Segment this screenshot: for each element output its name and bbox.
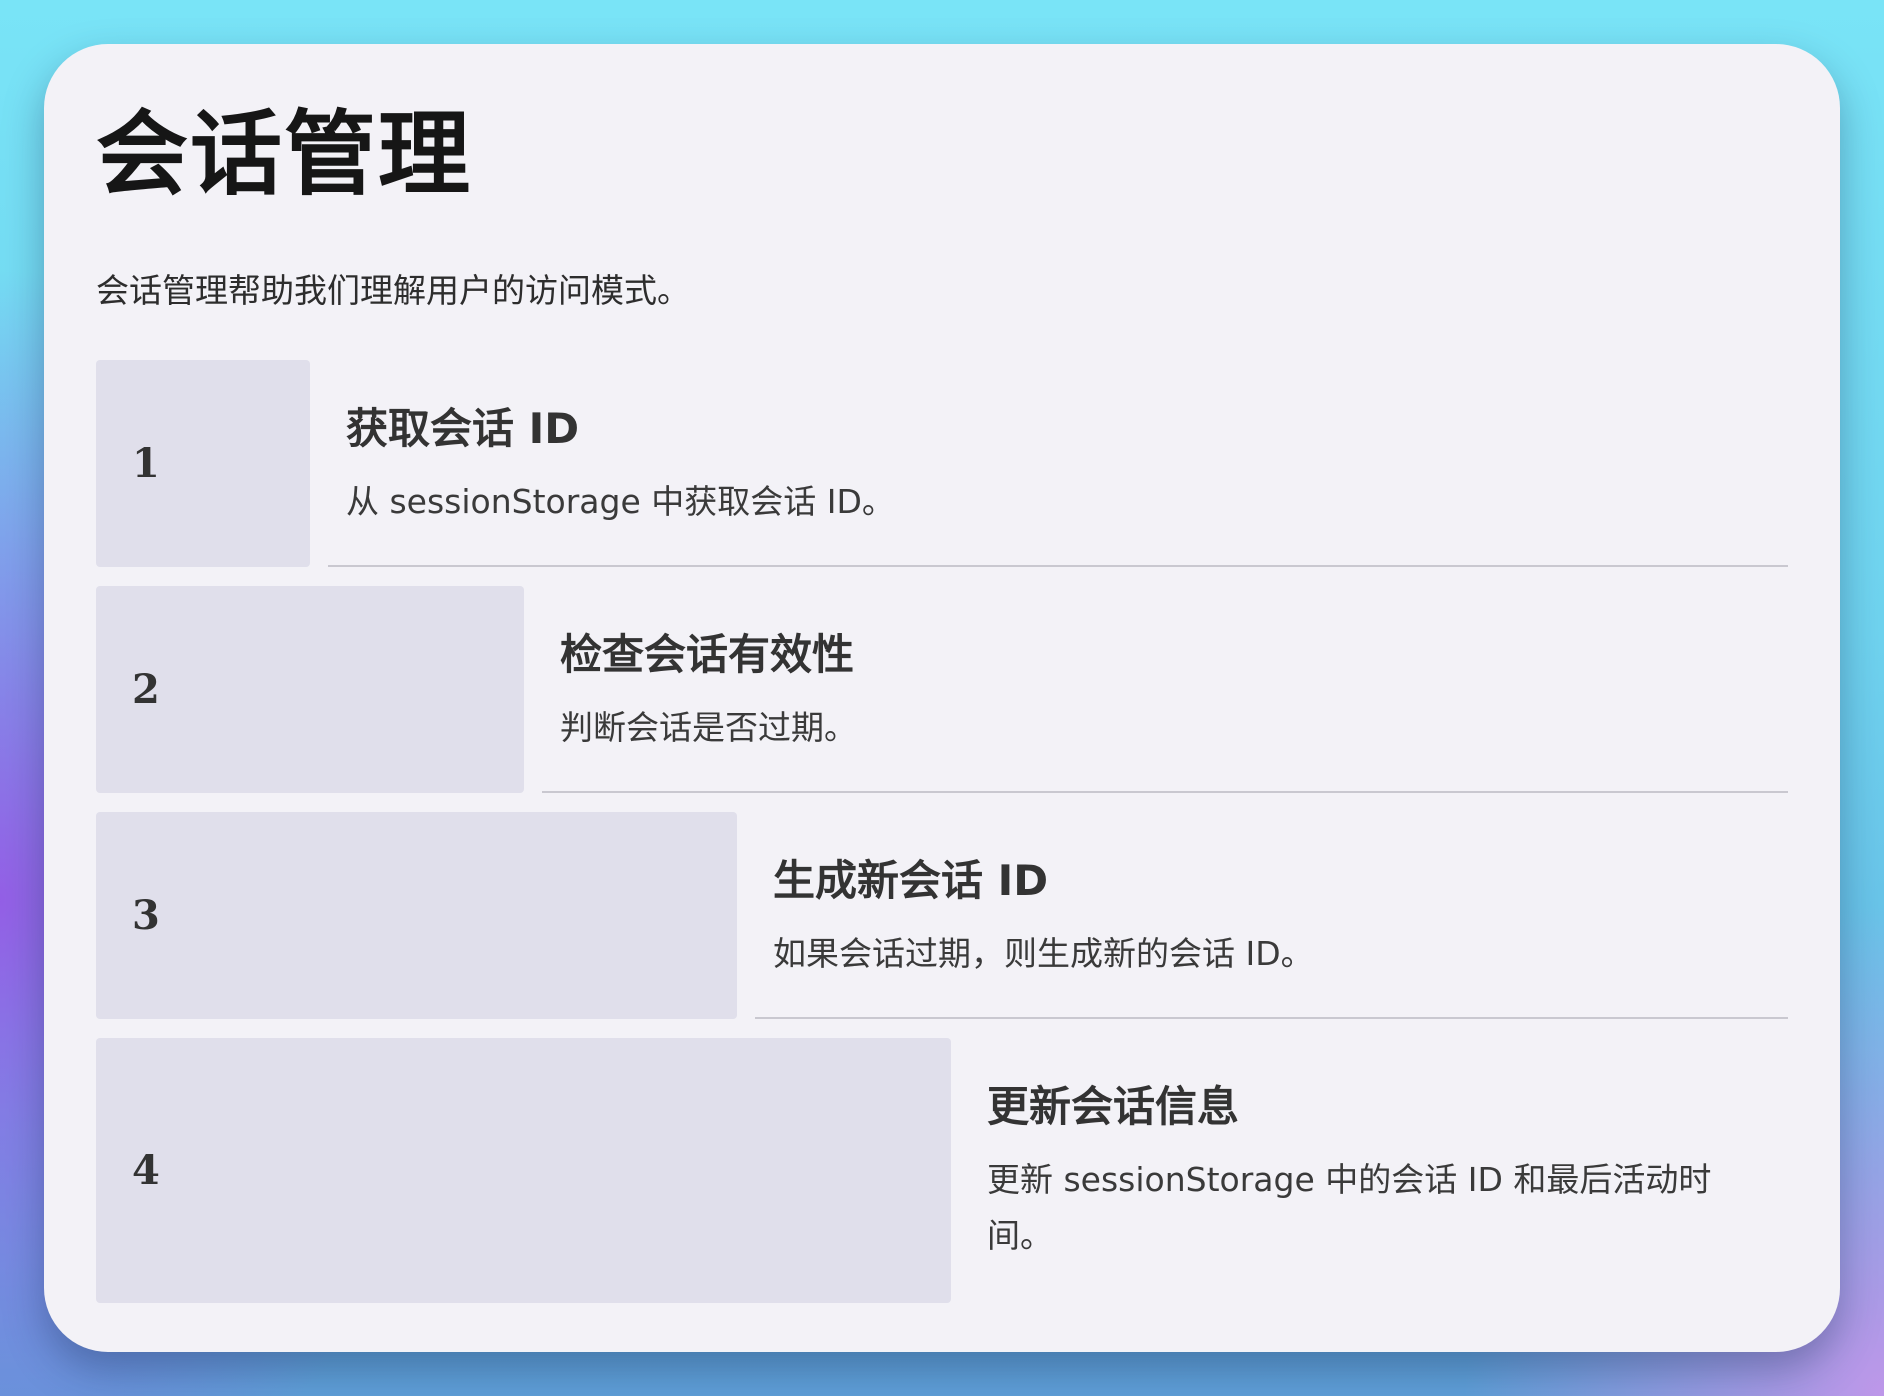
- step-1: 1 获取会话 ID 从 sessionStorage 中获取会话 ID。: [96, 360, 1788, 567]
- intro-text: 会话管理帮助我们理解用户的访问模式。: [96, 271, 690, 310]
- page-title: 会话管理: [96, 101, 473, 208]
- step-number: 3: [132, 892, 160, 939]
- step-title: 更新会话信息: [987, 1082, 1240, 1131]
- step-number-box: 4: [96, 1038, 951, 1303]
- step-number-box: 2: [96, 586, 524, 793]
- step-number-box: 3: [96, 812, 737, 1019]
- step-content: 获取会话 ID 从 sessionStorage 中获取会话 ID。: [328, 360, 1788, 567]
- step-number: 1: [132, 440, 160, 487]
- step-content: 检查会话有效性 判断会话是否过期。: [542, 586, 1788, 793]
- session-management-card: 会话管理 会话管理帮助我们理解用户的访问模式。 1 获取会话 ID 从 sess…: [44, 44, 1840, 1352]
- step-title: 获取会话 ID: [346, 404, 580, 453]
- step-content: 更新会话信息 更新 sessionStorage 中的会话 ID 和最后活动时间…: [969, 1038, 1788, 1303]
- step-title: 检查会话有效性: [560, 630, 855, 679]
- step-description: 如果会话过期，则生成新的会话 ID。: [773, 934, 1314, 973]
- step-description: 从 sessionStorage 中获取会话 ID。: [346, 482, 895, 521]
- step-description: 更新 sessionStorage 中的会话 ID 和最后活动时间。: [987, 1160, 1712, 1255]
- step-3: 3 生成新会话 ID 如果会话过期，则生成新的会话 ID。: [96, 812, 1788, 1019]
- step-description: 判断会话是否过期。: [560, 708, 857, 747]
- step-2: 2 检查会话有效性 判断会话是否过期。: [96, 586, 1788, 793]
- step-content: 生成新会话 ID 如果会话过期，则生成新的会话 ID。: [755, 812, 1788, 1019]
- steps-list: 1 获取会话 ID 从 sessionStorage 中获取会话 ID。 2 检…: [96, 360, 1788, 1322]
- step-title: 生成新会话 ID: [773, 856, 1049, 905]
- step-number-box: 1: [96, 360, 310, 567]
- step-number: 2: [132, 666, 160, 713]
- step-4: 4 更新会话信息 更新 sessionStorage 中的会话 ID 和最后活动…: [96, 1038, 1788, 1303]
- step-number: 4: [132, 1147, 160, 1194]
